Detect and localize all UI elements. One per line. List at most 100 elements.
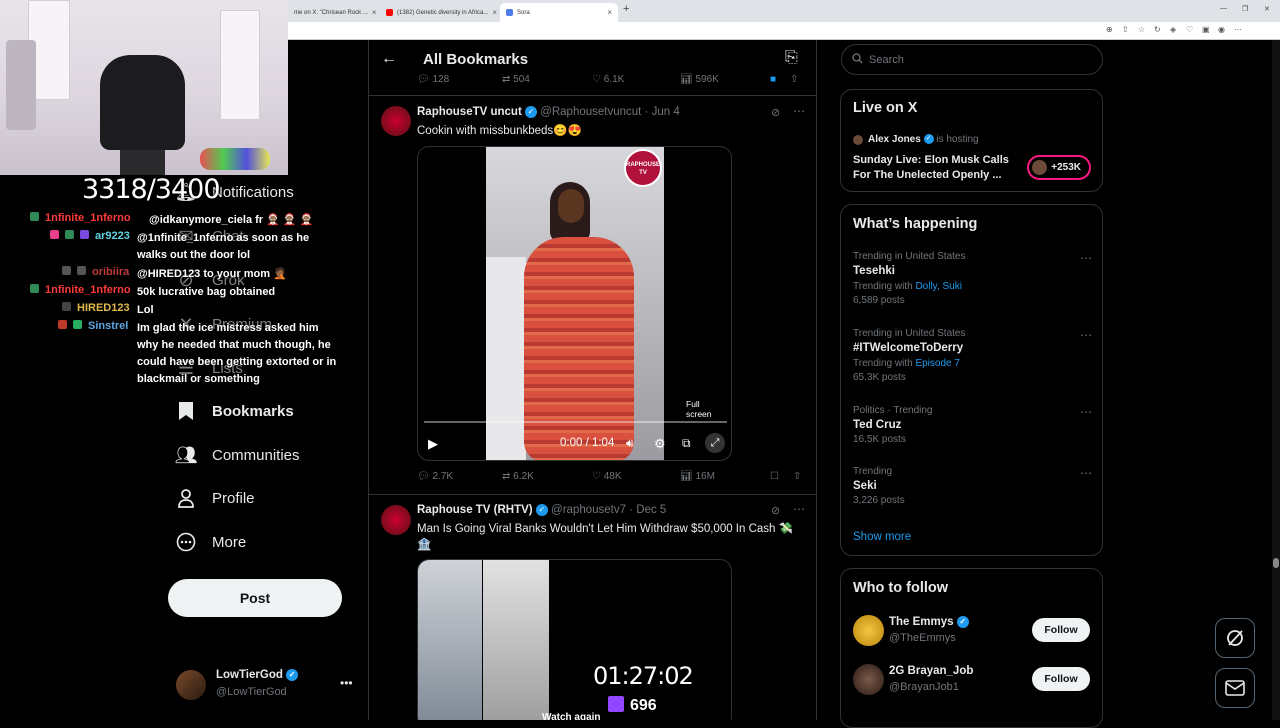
views-button[interactable]: 📊︎ 16M: [680, 471, 770, 482]
author-handle[interactable]: @Raphousetvuncut: [540, 106, 641, 118]
profile-icon[interactable]: ◉: [1218, 25, 1225, 34]
twitch-icon: [608, 696, 624, 712]
new-tab-icon[interactable]: +: [623, 3, 629, 15]
bookmark-icon: [174, 399, 198, 423]
nav-bookmarks[interactable]: Bookmarks: [174, 399, 294, 423]
post-button[interactable]: Post: [168, 579, 342, 617]
minimize-icon[interactable]: —: [1220, 5, 1227, 12]
star-icon[interactable]: ☆: [1138, 25, 1145, 34]
follow-button[interactable]: Follow: [1032, 618, 1090, 642]
like-button[interactable]: ♡ 6.1K: [592, 74, 680, 85]
tweet-date[interactable]: · Jun 4: [645, 106, 680, 118]
zoom-icon[interactable]: ⊕: [1106, 25, 1113, 34]
browser-tab-active[interactable]: Sora ×: [500, 3, 618, 22]
tweet-text: Cookin with missbunkbeds😊😍: [417, 125, 582, 137]
trend-item[interactable]: Politics · Trending Ted Cruz 16.5K posts…: [853, 405, 1093, 445]
browser-tab[interactable]: me on X: "Chrisean Rock ... ×: [288, 3, 378, 22]
search-input[interactable]: Search: [841, 44, 1103, 75]
refresh-icon[interactable]: ↻: [1154, 25, 1161, 34]
live-host[interactable]: Alex Jones ✓ is hosting: [868, 134, 979, 145]
avatar[interactable]: [381, 505, 411, 535]
tweet-more-icon[interactable]: ⋯: [793, 502, 805, 516]
view-count: 16M: [695, 471, 715, 482]
badge-icon: [62, 266, 71, 275]
reply-button[interactable]: 💬︎ 2.7K: [417, 471, 502, 482]
browser-tab[interactable]: (1382) Genetic diversity in Africa... ×: [380, 3, 500, 22]
window-close-icon[interactable]: ✕: [1264, 5, 1270, 13]
compose-icon[interactable]: ⎘: [785, 49, 798, 67]
trend-more-icon[interactable]: ⋯: [1080, 405, 1093, 419]
messages-fab-icon[interactable]: [1215, 668, 1255, 708]
grok-icon[interactable]: ⊘: [771, 504, 780, 517]
tweet-more-icon[interactable]: ⋯: [793, 104, 805, 118]
address-bar[interactable]: ⊕ ⇧ ☆ ↻ ◈ ♡ ▣ ◉ ⋯: [288, 22, 1280, 40]
bookmark-filled-icon[interactable]: ■: [770, 74, 776, 85]
close-icon[interactable]: ×: [372, 8, 377, 17]
nav-communities[interactable]: 👥︎ Communities: [174, 443, 300, 467]
settings-gear-icon[interactable]: ⚙: [654, 436, 666, 452]
extension-icon[interactable]: ◈: [1170, 25, 1176, 34]
share-icon[interactable]: ⇧: [790, 74, 798, 85]
follow-button[interactable]: Follow: [1032, 667, 1090, 691]
account-name[interactable]: 2G Brayan_Job: [889, 665, 973, 677]
trend-category: Trending: [853, 466, 893, 477]
picture-in-picture-icon[interactable]: ⧉: [682, 436, 691, 451]
author-handle[interactable]: @raphousetv7: [551, 504, 626, 516]
live-listener-badge[interactable]: +253K: [1027, 155, 1091, 180]
chat-cutoff-line: [20, 200, 340, 210]
nav-label: Communities: [212, 446, 300, 464]
nav-profile[interactable]: Profile: [174, 486, 255, 510]
video-player[interactable]: RAPHOUSE TV Full screen ▶ 0:00 / 1:04 🔊︎…: [417, 146, 732, 461]
account-name[interactable]: The Emmys ✓: [889, 616, 969, 628]
trend-item[interactable]: Trending Seki 3,226 posts ⋯: [853, 466, 1093, 506]
collections-icon[interactable]: ▣: [1202, 25, 1210, 34]
account-name[interactable]: LowTierGod ✓: [216, 669, 299, 681]
author-name[interactable]: Raphouse TV (RHTV): [417, 504, 533, 516]
back-arrow-icon[interactable]: ←: [381, 50, 397, 68]
like-button[interactable]: ♡ 48K: [592, 471, 680, 482]
play-icon[interactable]: ▶: [428, 436, 438, 452]
trend-more-icon[interactable]: ⋯: [1080, 251, 1093, 265]
account-more-icon[interactable]: •••: [340, 676, 353, 690]
maximize-icon[interactable]: ❐: [1242, 5, 1248, 13]
reply-button[interactable]: 💬︎ 128: [417, 74, 502, 85]
trend-more-icon[interactable]: ⋯: [1080, 328, 1093, 342]
fullscreen-icon[interactable]: ⤢: [705, 433, 725, 453]
grok-icon[interactable]: ⊘: [771, 106, 780, 119]
video-player[interactable]: 01:27:02 696 Watch again: [417, 559, 732, 720]
watch-again-label[interactable]: Watch again: [542, 712, 601, 720]
volume-icon[interactable]: 🔊︎: [626, 436, 634, 451]
avatar[interactable]: [853, 615, 884, 646]
author-name[interactable]: RaphouseTV uncut: [417, 106, 522, 118]
favorites-icon[interactable]: ♡: [1186, 25, 1193, 34]
menu-icon[interactable]: ⋯: [1234, 25, 1242, 34]
trend-more-icon[interactable]: ⋯: [1080, 466, 1093, 480]
nav-more[interactable]: More: [174, 530, 246, 554]
share-icon[interactable]: ⇧: [793, 471, 801, 482]
trending-with[interactable]: Episode 7: [915, 358, 959, 369]
close-icon[interactable]: ×: [492, 8, 497, 17]
trend-item[interactable]: Trending in United States Tesehki Trendi…: [853, 251, 1093, 306]
trending-with[interactable]: Dolly, Suki: [915, 281, 962, 292]
grok-fab-icon[interactable]: [1215, 618, 1255, 658]
post-count: 16.5K posts: [853, 434, 906, 445]
close-icon[interactable]: ×: [607, 8, 612, 17]
share-icon[interactable]: ⇧: [1122, 25, 1129, 34]
repost-button[interactable]: ⇄ 6.2K: [502, 471, 592, 482]
avatar[interactable]: [176, 670, 206, 700]
bookmark-icon[interactable]: ☐: [770, 471, 779, 482]
repost-button[interactable]: ⇄ 504: [502, 74, 592, 85]
page-scrollbar[interactable]: [1272, 40, 1280, 720]
trend-item[interactable]: Trending in United States #ITWelcomeToDe…: [853, 328, 1093, 383]
show-more-link[interactable]: Show more: [853, 531, 911, 543]
live-description[interactable]: Sunday Live: Elon Musk Calls For The Une…: [853, 153, 1018, 183]
views-button[interactable]: 📊︎ 596K: [680, 74, 770, 85]
scrollbar-thumb[interactable]: [1273, 558, 1279, 568]
like-count: 48K: [603, 471, 622, 482]
video-progress-bar[interactable]: [424, 421, 727, 423]
verified-icon: ✓: [286, 669, 299, 681]
avatar[interactable]: [853, 664, 884, 695]
avatar[interactable]: [381, 106, 411, 136]
search-icon: [852, 52, 863, 67]
tweet-date[interactable]: · Dec 5: [629, 504, 666, 516]
